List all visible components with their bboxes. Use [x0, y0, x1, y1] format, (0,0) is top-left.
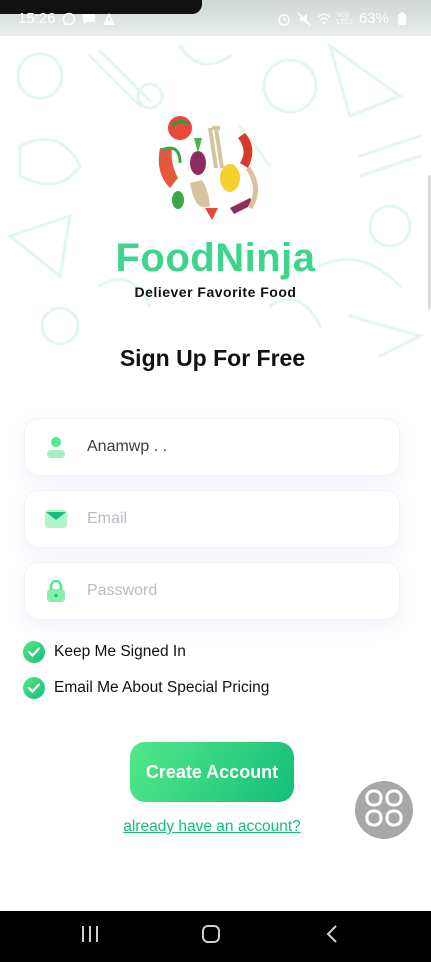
- warning-icon: [102, 12, 116, 26]
- mute-icon: [297, 11, 311, 26]
- special-pricing-label: Email Me About Special Pricing: [54, 679, 270, 696]
- whatsapp-icon: [62, 12, 76, 26]
- name-input[interactable]: [85, 437, 359, 457]
- keep-signed-in-option[interactable]: Keep Me Signed In: [23, 641, 186, 663]
- home-icon: [201, 925, 221, 948]
- email-icon: [45, 508, 67, 530]
- system-nav-bar: [0, 911, 431, 962]
- status-bar: 15:26 Vo)) LTE2 63%: [0, 0, 431, 36]
- wifi-icon: [317, 12, 331, 26]
- email-input[interactable]: [85, 509, 359, 529]
- brand-tagline: Deliever Favorite Food: [134, 284, 297, 300]
- password-field[interactable]: [24, 562, 400, 620]
- lock-icon: [45, 580, 67, 602]
- keep-signed-in-label: Keep Me Signed In: [54, 643, 186, 660]
- grid-icon: [364, 788, 404, 833]
- email-field[interactable]: [24, 490, 400, 548]
- special-pricing-option[interactable]: Email Me About Special Pricing: [23, 677, 269, 699]
- floating-apps-button[interactable]: [355, 781, 413, 839]
- brand-name: FoodNinja: [115, 236, 316, 280]
- foodninja-logo: [150, 108, 270, 228]
- back-button[interactable]: [302, 911, 362, 962]
- status-time: 15:26: [18, 10, 56, 27]
- alarm-icon: [277, 12, 291, 26]
- page-title: Sign Up For Free: [119, 345, 306, 371]
- recent-apps-button[interactable]: [60, 911, 120, 962]
- password-input[interactable]: [85, 581, 359, 601]
- recent-apps-icon: [80, 925, 100, 948]
- create-account-button[interactable]: Create Account: [130, 742, 294, 802]
- chat-icon: [82, 12, 96, 26]
- battery-level: 63%: [358, 10, 389, 27]
- network-label: Vo)) LTE2: [336, 11, 353, 26]
- checkmark-icon[interactable]: [23, 677, 45, 699]
- checkmark-icon[interactable]: [23, 641, 45, 663]
- profile-icon: [45, 436, 67, 458]
- name-field[interactable]: [24, 418, 400, 476]
- battery-icon: [395, 12, 409, 26]
- back-icon: [325, 925, 339, 948]
- home-button[interactable]: [181, 911, 241, 962]
